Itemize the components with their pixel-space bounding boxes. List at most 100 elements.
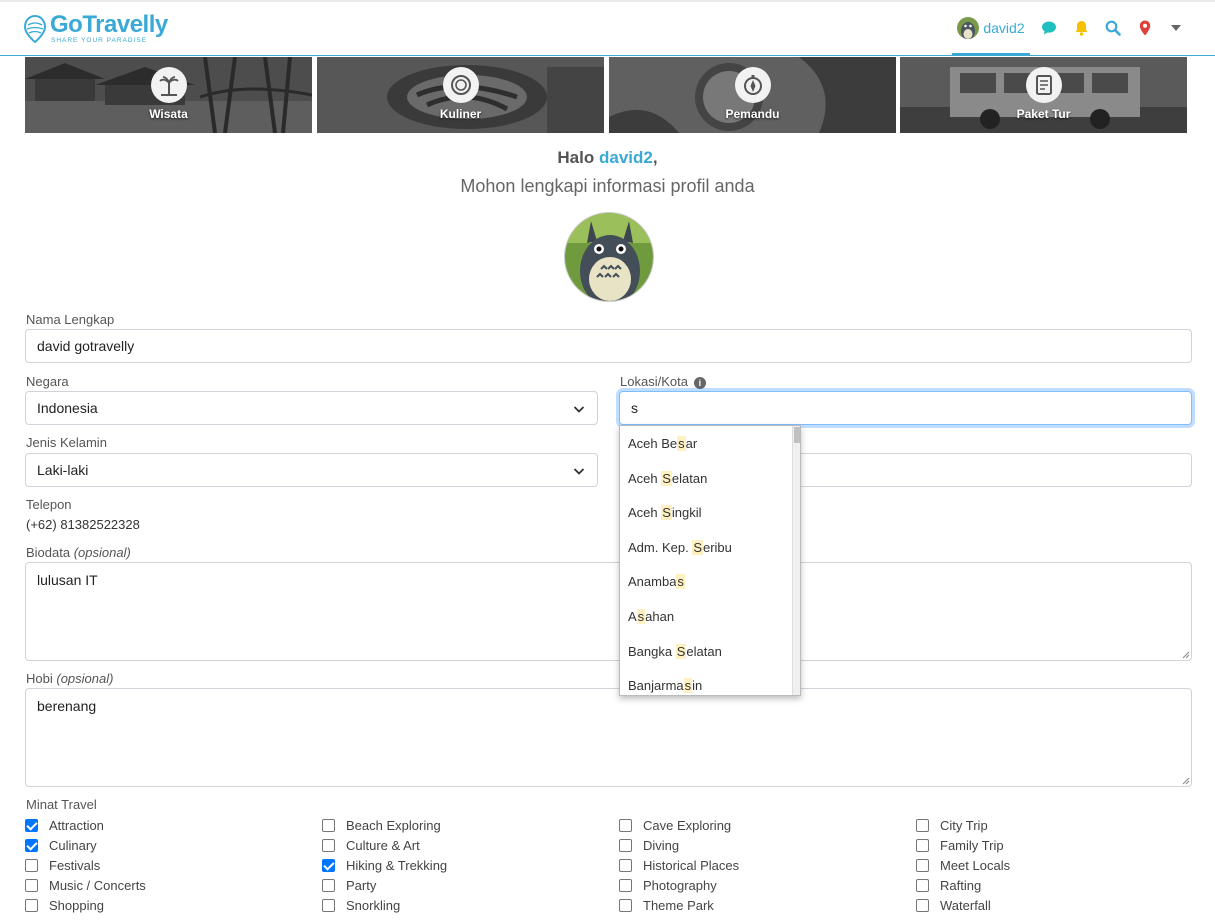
- nav-user-menu[interactable]: david2: [952, 2, 1030, 56]
- interest-option[interactable]: Hiking & Trekking: [322, 856, 447, 874]
- interest-checkbox[interactable]: [25, 838, 38, 852]
- profile-avatar[interactable]: [564, 212, 654, 302]
- suggestion-item[interactable]: Banjarmasin: [628, 678, 702, 695]
- interest-checkbox[interactable]: [619, 838, 632, 852]
- suggestion-text: Anamba: [628, 574, 677, 590]
- interest-checkbox[interactable]: [322, 818, 335, 832]
- resize-grip-icon[interactable]: [1180, 649, 1190, 659]
- interest-label: Historical Places: [643, 857, 740, 873]
- caret-down-icon[interactable]: [1166, 18, 1186, 38]
- suggestion-text: ingkil: [671, 505, 702, 521]
- category-label: Paket Tur: [1016, 107, 1071, 121]
- interest-checkbox[interactable]: [322, 838, 335, 852]
- interest-checkbox[interactable]: [916, 858, 929, 872]
- category-tile-kuliner[interactable]: Kuliner: [317, 57, 604, 133]
- interest-option[interactable]: Culinary: [25, 836, 97, 854]
- full-name-field[interactable]: david gotravelly: [25, 329, 1192, 363]
- interest-checkbox[interactable]: [619, 878, 632, 892]
- interest-checkbox[interactable]: [25, 898, 38, 912]
- interest-checkbox[interactable]: [619, 858, 632, 872]
- interest-checkbox[interactable]: [322, 898, 335, 912]
- interest-option[interactable]: Beach Exploring: [322, 816, 441, 834]
- interest-label: Photography: [643, 877, 717, 893]
- suggestion-text: ahan: [645, 609, 675, 624]
- chat-icon[interactable]: [1039, 18, 1059, 38]
- country-select[interactable]: Indonesia: [25, 391, 598, 425]
- interest-option[interactable]: City Trip: [916, 816, 988, 834]
- suggestion-match-highlight: S: [692, 539, 703, 555]
- greeting-heading: Halo david2,: [0, 148, 1215, 168]
- greeting-subtitle: Mohon lengkapi informasi profil anda: [460, 176, 755, 196]
- interest-option[interactable]: Historical Places: [619, 856, 739, 874]
- interest-label: Cave Exploring: [643, 817, 732, 833]
- interest-option[interactable]: Waterfall: [916, 896, 991, 914]
- suggestion-item[interactable]: Aceh Singkil: [628, 505, 702, 525]
- interest-label: Hiking & Trekking: [346, 857, 448, 873]
- interest-label: City Trip: [940, 817, 988, 833]
- interest-option[interactable]: Family Trip: [916, 836, 1004, 854]
- bio-value: lulusan IT: [37, 572, 98, 588]
- interest-option[interactable]: Festivals: [25, 856, 100, 874]
- brand-name: GoTravelly: [50, 11, 168, 39]
- hobby-textarea[interactable]: berenang: [25, 688, 1192, 787]
- suggestion-item[interactable]: Anambas: [628, 574, 685, 594]
- brand-logo[interactable]: GoTravelly SHARE YOUR PARADISE: [24, 13, 168, 45]
- interest-checkbox[interactable]: [916, 818, 929, 832]
- city-input[interactable]: s: [619, 391, 1192, 425]
- location-pin-icon[interactable]: [1135, 18, 1155, 38]
- interest-checkbox[interactable]: [619, 898, 632, 912]
- suggestion-text: eribu: [702, 539, 732, 555]
- suggestion-item[interactable]: Bangka Selatan: [628, 643, 722, 664]
- interest-checkbox[interactable]: [322, 878, 335, 892]
- gender-select[interactable]: Laki-laki: [25, 453, 598, 487]
- category-tile-wisata[interactable]: Wisata: [25, 57, 312, 133]
- interest-option[interactable]: Rafting: [916, 876, 981, 894]
- compass-icon: [734, 67, 771, 103]
- country-value: Indonesia: [37, 400, 98, 416]
- search-icon[interactable]: [1103, 18, 1123, 38]
- interest-label: Shopping: [49, 897, 104, 913]
- hobby-label: Hobi (opsional): [26, 671, 113, 686]
- suggestion-text: Bangka: [628, 643, 676, 659]
- suggestion-text: Banjarma: [628, 678, 684, 694]
- interest-option[interactable]: Theme Park: [619, 896, 714, 914]
- interest-checkbox[interactable]: [25, 878, 38, 892]
- interest-label: Music / Concerts: [49, 877, 146, 893]
- suggestion-match-highlight: S: [661, 505, 672, 521]
- resize-grip-icon[interactable]: [1180, 775, 1190, 785]
- interest-option[interactable]: Culture & Art: [322, 836, 420, 854]
- suggestion-item[interactable]: Asahan: [628, 609, 674, 629]
- interest-checkbox[interactable]: [619, 818, 632, 832]
- category-tile-paket-tur[interactable]: Paket Tur: [900, 57, 1187, 133]
- info-icon[interactable]: i: [693, 377, 706, 389]
- suggestion-item[interactable]: Aceh Besar: [628, 436, 697, 456]
- interest-label: Rafting: [940, 877, 982, 893]
- suggestion-item[interactable]: Adm. Kep. Seribu: [628, 539, 732, 560]
- interest-option[interactable]: Photography: [619, 876, 717, 894]
- interest-option[interactable]: Snorkling: [322, 896, 400, 914]
- interest-checkbox[interactable]: [916, 878, 929, 892]
- interest-checkbox[interactable]: [322, 858, 335, 872]
- interest-option[interactable]: Music / Concerts: [25, 876, 146, 894]
- bell-icon[interactable]: [1071, 18, 1091, 38]
- category-tile-pemandu[interactable]: Pemandu: [609, 57, 896, 133]
- nav-username: david2: [983, 19, 1025, 36]
- interest-option[interactable]: Diving: [619, 836, 679, 854]
- interest-label: Meet Locals: [940, 857, 1011, 873]
- dropdown-scrollbar[interactable]: [792, 426, 800, 695]
- interest-checkbox[interactable]: [25, 858, 38, 872]
- scrollbar-thumb[interactable]: [794, 427, 800, 443]
- interest-checkbox[interactable]: [916, 898, 929, 912]
- bio-textarea[interactable]: lulusan IT: [25, 562, 1192, 661]
- interest-checkbox[interactable]: [25, 818, 38, 832]
- interest-option[interactable]: Meet Locals: [916, 856, 1010, 874]
- interest-option[interactable]: Attraction: [25, 816, 104, 834]
- interest-option[interactable]: Cave Exploring: [619, 816, 731, 834]
- category-label: Pemandu: [725, 107, 780, 121]
- interest-option[interactable]: Shopping: [25, 896, 104, 914]
- interest-option[interactable]: Party: [322, 876, 376, 894]
- suggestion-text: elatan: [686, 643, 722, 659]
- suggestion-text: Aceh Be: [628, 436, 678, 451]
- interest-checkbox[interactable]: [916, 838, 929, 852]
- suggestion-item[interactable]: Aceh Selatan: [628, 470, 707, 491]
